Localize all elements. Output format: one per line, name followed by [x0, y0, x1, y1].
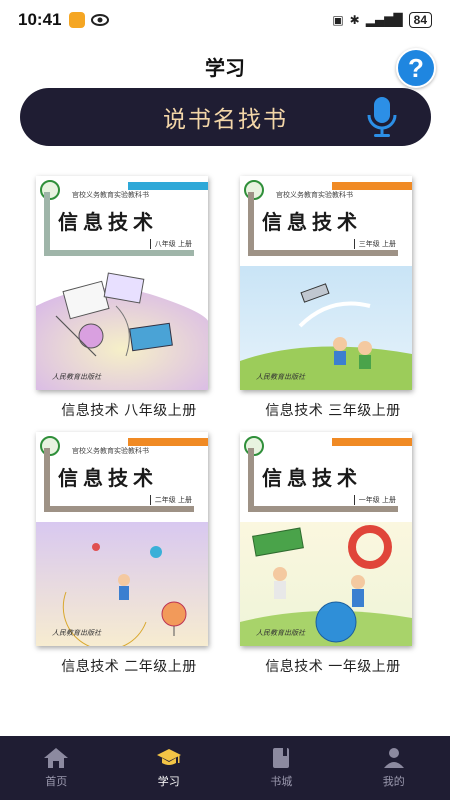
notification-app-icon: [69, 12, 86, 28]
nav-label: 学习: [157, 775, 180, 788]
book-caption[interactable]: 信息技术 八年级上册: [36, 400, 222, 420]
status-bar: 10:41 ▣ ✱ ▂▄▆█ 84: [0, 0, 450, 40]
cover-title: 信息技术: [262, 466, 362, 490]
page-title: 学习: [205, 56, 245, 80]
cover-grade: 二年级 上册: [149, 495, 192, 505]
cover-grade: 三年级 上册: [353, 239, 396, 249]
nav-item-study[interactable]: 学习: [113, 736, 226, 800]
voice-search-label: 说书名找书: [163, 107, 288, 133]
home-icon: [44, 748, 69, 768]
cover-series: 官校义务教育实验教科书: [72, 191, 149, 199]
cover-series: 官校义务教育实验教科书: [276, 191, 353, 199]
bluetooth-icon: ✱: [349, 13, 360, 27]
book-icon: [273, 748, 290, 768]
book-card[interactable]: 官校义务教育实验教科书 信息技术 八年级 上册 人民教育出版社 信息技术 八年级…: [36, 176, 222, 420]
cover-color-strip: [128, 438, 208, 446]
book-caption[interactable]: 信息技术 二年级上册: [36, 656, 222, 676]
book-caption[interactable]: 信息技术 一年级上册: [240, 656, 426, 676]
book-cover[interactable]: 官校义务教育实验教科书 信息技术 三年级 上册 人民教育出版社: [240, 176, 412, 390]
cover-publisher: 人民教育出版社: [256, 373, 305, 381]
graduation-cap-icon: [156, 749, 181, 765]
book-card[interactable]: 信息技术 一年级 上册 人民教育出版社 信息技术 一年级上册: [240, 432, 426, 676]
voice-search-bar[interactable]: 说书名找书: [20, 88, 431, 146]
book-cover[interactable]: 官校义务教育实验教科书 信息技术 二年级 上册 人民教育出版社: [36, 432, 208, 646]
cover-color-strip: [332, 438, 412, 446]
eye-icon: [91, 14, 110, 26]
cover-title: 信息技术: [58, 210, 158, 234]
book-caption[interactable]: 信息技术 三年级上册: [240, 400, 426, 420]
cover-title: 信息技术: [262, 210, 362, 234]
nav-label: 首页: [45, 775, 68, 788]
cover-color-strip: [332, 182, 412, 190]
status-indicators: ▣ ✱ ▂▄▆█ 84: [332, 12, 432, 28]
book-card[interactable]: 官校义务教育实验教科书 信息技术 二年级 上册 人民教育出版社 信息技术 二年级…: [36, 432, 222, 676]
cover-publisher: 人民教育出版社: [256, 629, 305, 637]
cover-publisher: 人民教育出版社: [52, 373, 101, 381]
nav-item-home[interactable]: 首页: [0, 736, 113, 800]
battery-indicator: 84: [408, 12, 432, 28]
nav-label: 书城: [270, 775, 293, 788]
book-cover[interactable]: 官校义务教育实验教科书 信息技术 八年级 上册 人民教育出版社: [36, 176, 208, 390]
book-card[interactable]: 官校义务教育实验教科书 信息技术 三年级 上册 人民教育出版社 信息技术 三年级…: [240, 176, 426, 420]
cover-series: 官校义务教育实验教科书: [72, 447, 149, 455]
person-icon: [383, 748, 404, 768]
signal-icon: ▂▄▆█: [365, 13, 403, 27]
nav-item-bookstore[interactable]: 书城: [225, 736, 338, 800]
cover-grade: 一年级 上册: [353, 495, 396, 505]
cover-publisher: 人民教育出版社: [52, 629, 101, 637]
nav-item-profile[interactable]: 我的: [338, 736, 450, 800]
book-cover[interactable]: 信息技术 一年级 上册 人民教育出版社: [240, 432, 412, 646]
nfc-icon: ▣: [332, 13, 344, 27]
nav-label: 我的: [382, 775, 405, 788]
cover-title: 信息技术: [58, 466, 158, 490]
cover-color-strip: [128, 182, 208, 190]
help-button[interactable]: ?: [396, 48, 436, 88]
status-time: 10:41: [18, 10, 62, 29]
cover-grade: 八年级 上册: [149, 239, 192, 249]
bottom-nav: 首页 学习 书城 我的: [0, 736, 450, 800]
microphone-icon[interactable]: [365, 95, 399, 139]
